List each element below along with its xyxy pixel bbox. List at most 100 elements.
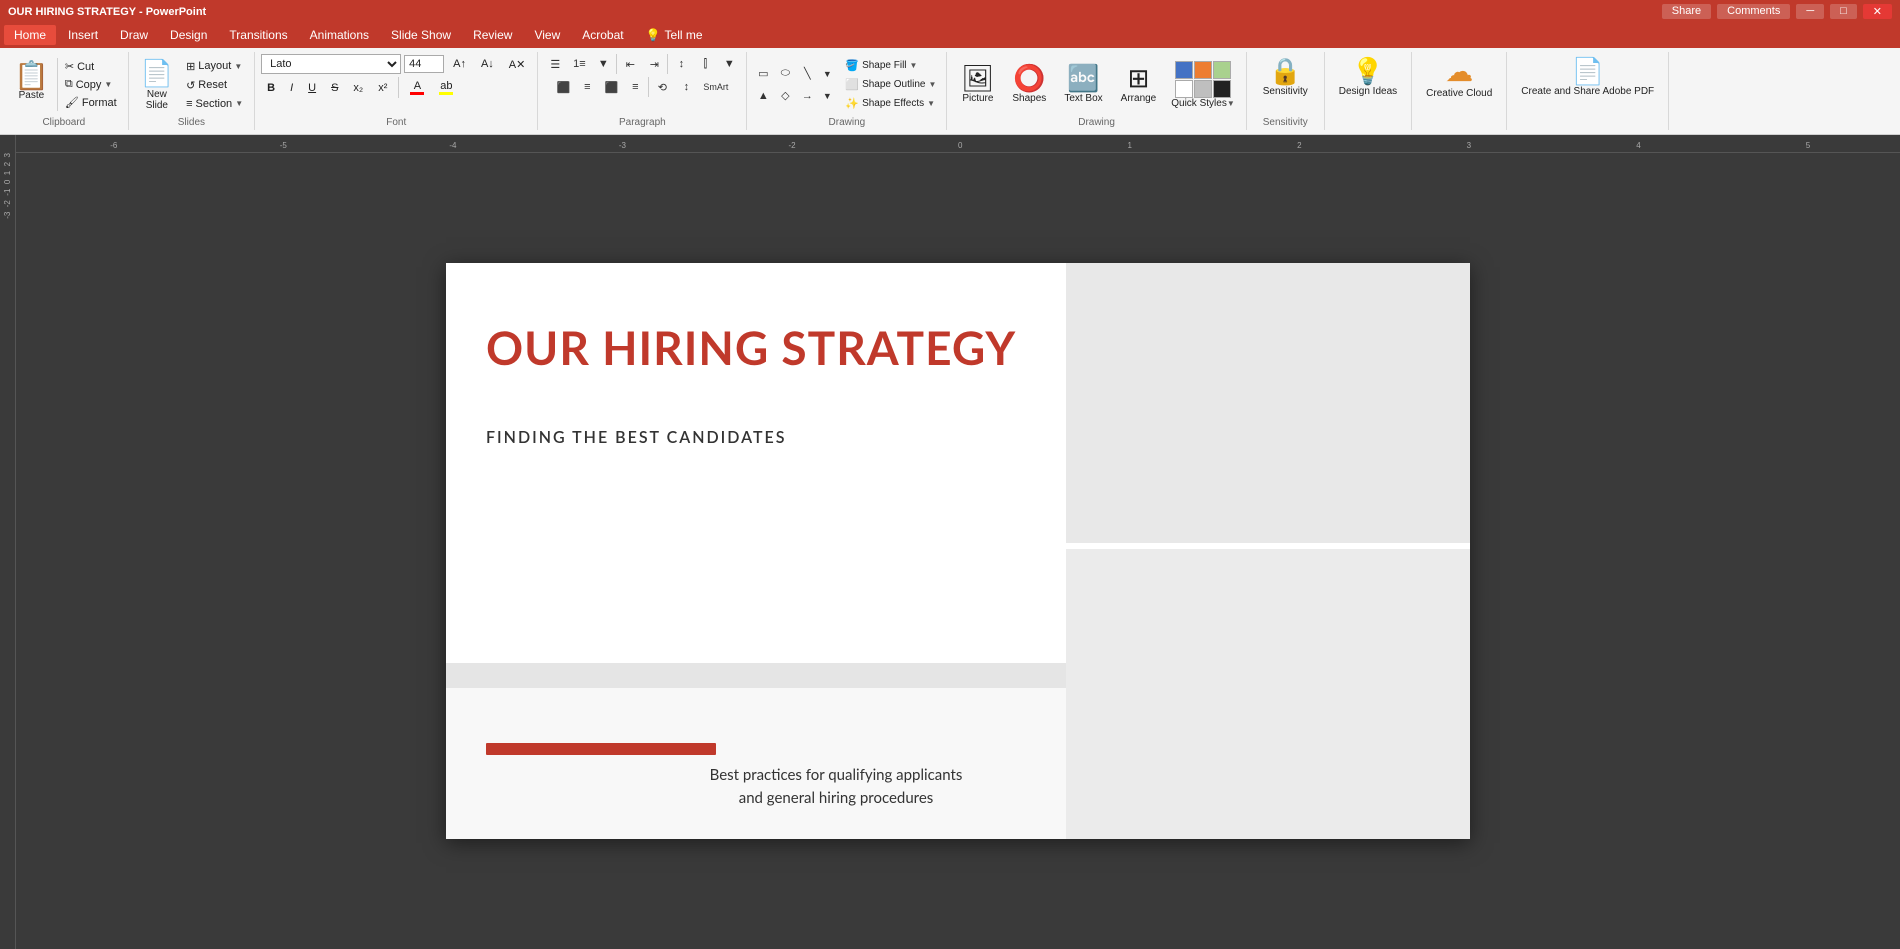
drawing-group-label: Drawing: [753, 115, 940, 128]
underline-button[interactable]: U: [302, 79, 322, 97]
sensitivity-button[interactable]: 🔒 Sensitivity: [1255, 54, 1316, 101]
menu-design[interactable]: Design: [160, 25, 217, 45]
quick-styles-button[interactable]: Quick Styles ▼: [1166, 57, 1240, 113]
bullets-button[interactable]: ☰: [544, 54, 566, 74]
align-center-button[interactable]: ≡: [576, 77, 598, 97]
align-right-button[interactable]: ⬛: [600, 77, 622, 97]
ribbon-group-sensitivity: 🔒 Sensitivity Sensitivity: [1247, 52, 1325, 130]
increase-font-button[interactable]: A↑: [447, 55, 472, 73]
ribbon: 📋 Paste ✂ Cut ⧉ Copy ▼: [0, 48, 1900, 135]
menu-home[interactable]: Home: [4, 25, 56, 45]
reset-icon: ↺: [186, 79, 195, 92]
picture-button[interactable]: 🖼 Picture: [953, 61, 1002, 108]
minimize-button[interactable]: ─: [1796, 4, 1824, 19]
new-slide-button[interactable]: 📄 NewSlide: [135, 54, 179, 115]
share-button[interactable]: Share: [1662, 4, 1711, 19]
shapes-button[interactable]: ⭕ Shapes: [1004, 61, 1054, 108]
creative-cloud-button[interactable]: ☁ Creative Cloud: [1418, 54, 1500, 103]
bold-button[interactable]: B: [261, 79, 281, 97]
font-size-input[interactable]: [404, 55, 444, 73]
titlebar-left: OUR HIRING STRATEGY - PowerPoint: [8, 4, 206, 18]
cut-button[interactable]: ✂ Cut: [60, 58, 122, 75]
convert-smartart-button[interactable]: SmArt: [699, 77, 732, 97]
numbering-button[interactable]: 1≡: [568, 54, 590, 74]
shape-oval-button[interactable]: ⬭: [775, 64, 795, 84]
menu-draw[interactable]: Draw: [110, 25, 158, 45]
slide-subtitle[interactable]: FINDING THE BEST CANDIDATES: [486, 428, 786, 447]
menu-slideshow[interactable]: Slide Show: [381, 25, 461, 45]
menu-acrobat[interactable]: Acrobat: [572, 25, 633, 45]
slide-title[interactable]: OUR HIRING STRATEGY: [486, 323, 1016, 374]
shape-fill-row[interactable]: 🪣 Shape Fill ▼: [841, 57, 940, 74]
clear-format-button[interactable]: A✕: [503, 55, 532, 74]
columns-dropdown[interactable]: ▼: [718, 54, 740, 74]
slide[interactable]: OUR HIRING STRATEGY FINDING THE BEST CAN…: [446, 263, 1470, 839]
increase-indent-button[interactable]: ⇥: [643, 54, 665, 74]
format-painter-button[interactable]: 🖌 Format: [60, 94, 122, 111]
subscript-button[interactable]: x₂: [347, 79, 369, 97]
menu-view[interactable]: View: [524, 25, 570, 45]
shape-rect-button[interactable]: ▭: [753, 64, 773, 84]
format-painter-icon: 🖌: [65, 96, 79, 109]
ribbon-group-adobe-pdf: 📄 Create and Share Adobe PDF: [1507, 52, 1669, 130]
slides-group-label: Slides: [135, 115, 248, 128]
ribbon-group-clipboard: 📋 Paste ✂ Cut ⧉ Copy ▼: [0, 52, 129, 130]
bullets-dropdown[interactable]: ▼: [592, 54, 614, 74]
slide-body-text[interactable]: Best practices for qualifying applicants…: [646, 764, 1026, 809]
columns-button[interactable]: ⫿: [694, 54, 716, 74]
copy-button[interactable]: ⧉ Copy ▼: [60, 76, 122, 93]
slide-canvas: OUR HIRING STRATEGY FINDING THE BEST CAN…: [16, 153, 1900, 949]
scissors-icon: ✂: [65, 60, 74, 73]
font-name-select[interactable]: Lato: [261, 54, 401, 74]
layout-button[interactable]: ⊞ Layout ▼: [181, 58, 248, 75]
align-left-button[interactable]: ⬛: [552, 77, 574, 97]
shape-fill-button[interactable]: ▲: [753, 86, 773, 106]
shapes-more-button[interactable]: ▼: [819, 64, 835, 84]
line-spacing-button[interactable]: ↕: [670, 54, 692, 74]
italic-button[interactable]: I: [284, 79, 299, 97]
strikethrough-button[interactable]: S: [325, 79, 344, 97]
justify-button[interactable]: ≡: [624, 77, 646, 97]
text-highlight-button[interactable]: ab: [433, 77, 459, 98]
fill-bucket-icon: 🪣: [845, 59, 859, 72]
ribbon-group-paragraph: ☰ 1≡ ▼ ⇤ ⇥ ↕ ⫿ ▼ ⬛ ≡ ⬛ ≡ ⟲: [538, 52, 747, 130]
ribbon-group-font: Lato A↑ A↓ A✕ B I U S x₂ x² A ab: [255, 52, 538, 130]
paste-button[interactable]: 📋 Paste: [6, 58, 58, 111]
section-icon: ≡: [186, 98, 192, 110]
text-box-button[interactable]: 🔤 Text Box: [1056, 61, 1110, 108]
picture-icon: 🖼: [961, 65, 994, 91]
create-share-pdf-button[interactable]: 📄 Create and Share Adobe PDF: [1513, 54, 1662, 101]
superscript-button[interactable]: x²: [372, 79, 393, 97]
shape-effects-row[interactable]: ✨ Shape Effects ▼: [841, 95, 940, 112]
comments-button[interactable]: Comments: [1717, 4, 1790, 19]
reset-button[interactable]: ↺ Reset: [181, 77, 248, 94]
close-button[interactable]: ✕: [1863, 4, 1892, 19]
ruler-left: -3 -2 -1 0 1 2 3: [0, 135, 16, 949]
shapes-icon: ⭕: [1013, 65, 1045, 91]
slide-red-accent-bar: [486, 743, 716, 755]
creative-cloud-icon: ☁: [1445, 58, 1473, 86]
workspace: -3 -2 -1 0 1 2 3 -6 -5 -4 -3 -2 0 1 2 3 …: [0, 135, 1900, 949]
slide-right-panel-bottom: [1066, 549, 1470, 839]
menu-review[interactable]: Review: [463, 25, 522, 45]
align-text-button[interactable]: ↕: [675, 77, 697, 97]
design-ideas-button[interactable]: 💡 Design Ideas: [1331, 54, 1405, 101]
shape-line-button[interactable]: ╲: [797, 64, 817, 84]
decrease-indent-button[interactable]: ⇤: [619, 54, 641, 74]
shape-outline-row[interactable]: ⬜ Shape Outline ▼: [841, 76, 940, 93]
insert-group-label: Drawing: [953, 115, 1239, 128]
text-direction-button[interactable]: ⟲: [651, 77, 673, 97]
menu-animations[interactable]: Animations: [300, 25, 379, 45]
menu-tell-me[interactable]: 💡 Tell me: [636, 25, 713, 45]
font-color-button[interactable]: A: [404, 77, 430, 98]
arrange-button2[interactable]: ▼: [819, 86, 835, 106]
menu-insert[interactable]: Insert: [58, 25, 108, 45]
shape-arrow-button[interactable]: →: [797, 86, 817, 106]
maximize-button[interactable]: □: [1830, 4, 1857, 19]
arrange-button[interactable]: ⊞ Arrange: [1113, 61, 1165, 108]
menu-transitions[interactable]: Transitions: [219, 25, 297, 45]
section-button[interactable]: ≡ Section ▼: [181, 96, 248, 112]
decrease-font-button[interactable]: A↓: [475, 55, 500, 73]
ribbon-group-slides: 📄 NewSlide ⊞ Layout ▼ ↺ Reset: [129, 52, 255, 130]
shape-tri-button[interactable]: ◇: [775, 86, 795, 106]
